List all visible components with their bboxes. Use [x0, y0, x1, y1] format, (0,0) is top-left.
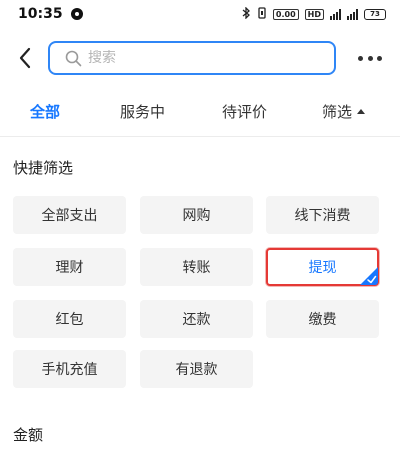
- chip-label: 手机充值: [41, 362, 98, 378]
- tab-label: 服务中: [120, 102, 166, 121]
- tab-to-review[interactable]: 待评价: [222, 92, 267, 130]
- chip-label: 网购: [182, 208, 211, 224]
- chip-withdraw[interactable]: 提现: [266, 248, 379, 286]
- battery-icon: 73: [364, 8, 386, 20]
- search-header: [0, 38, 400, 78]
- chip-label: 提现: [308, 260, 337, 276]
- search-icon: [64, 49, 82, 67]
- amount-title: 金额: [13, 426, 44, 444]
- chip-has-refund[interactable]: 有退款: [140, 350, 253, 388]
- chip-label: 转账: [182, 260, 211, 276]
- status-icons: 0.00 HD 73: [242, 5, 386, 22]
- chip-label: 还款: [182, 312, 211, 328]
- chip-label: 有退款: [175, 362, 218, 378]
- tab-all[interactable]: 全部: [30, 92, 60, 130]
- tab-label: 全部: [30, 102, 61, 121]
- chip-repayment[interactable]: 还款: [140, 300, 253, 338]
- chip-mobile-topup[interactable]: 手机充值: [13, 350, 126, 388]
- search-input[interactable]: [88, 50, 308, 66]
- tab-bar: 全部 服务中 待评价 筛选: [0, 92, 400, 130]
- quick-filter-title: 快捷筛选: [13, 159, 74, 177]
- more-dot: [377, 55, 382, 61]
- chip-label: 全部支出: [41, 208, 98, 224]
- bluetooth-icon: [242, 5, 251, 22]
- search-box[interactable]: [48, 41, 336, 75]
- caret-up-icon: [357, 108, 366, 114]
- chip-all-expense[interactable]: 全部支出: [13, 196, 126, 234]
- back-button[interactable]: [10, 42, 40, 74]
- status-bar: 10:35 0.00 HD 73: [0, 0, 400, 28]
- data-speed-icon: 0.00: [272, 8, 299, 20]
- signal-icon: [347, 8, 358, 20]
- chip-red-packet[interactable]: 红包: [13, 300, 126, 338]
- chip-online-shopping[interactable]: 网购: [140, 196, 253, 234]
- chip-wealth-management[interactable]: 理财: [13, 248, 126, 286]
- tab-label: 筛选: [322, 102, 353, 121]
- status-time: 10:35: [18, 6, 63, 22]
- chip-transfer[interactable]: 转账: [140, 248, 253, 286]
- selected-check-icon: [360, 267, 378, 285]
- more-dot: [367, 55, 373, 61]
- chevron-left-icon: [19, 47, 31, 69]
- more-options-button[interactable]: [358, 48, 382, 68]
- chip-label: 线下消费: [294, 208, 351, 224]
- chip-label: 缴费: [308, 312, 337, 328]
- tab-filter[interactable]: 筛选: [322, 92, 366, 130]
- tab-in-service[interactable]: 服务中: [120, 92, 165, 130]
- hd-icon: HD: [304, 8, 324, 20]
- signal-icon: [330, 8, 341, 20]
- vibrate-icon: [257, 6, 267, 22]
- tab-label: 待评价: [222, 102, 268, 121]
- chip-label: 红包: [55, 312, 84, 328]
- chip-bill-payment[interactable]: 缴费: [266, 300, 379, 338]
- chip-label: 理财: [55, 260, 84, 276]
- chip-offline-spending[interactable]: 线下消费: [266, 196, 379, 234]
- more-dot: [358, 55, 363, 61]
- divider: [0, 136, 400, 137]
- notification-icon: [70, 8, 83, 20]
